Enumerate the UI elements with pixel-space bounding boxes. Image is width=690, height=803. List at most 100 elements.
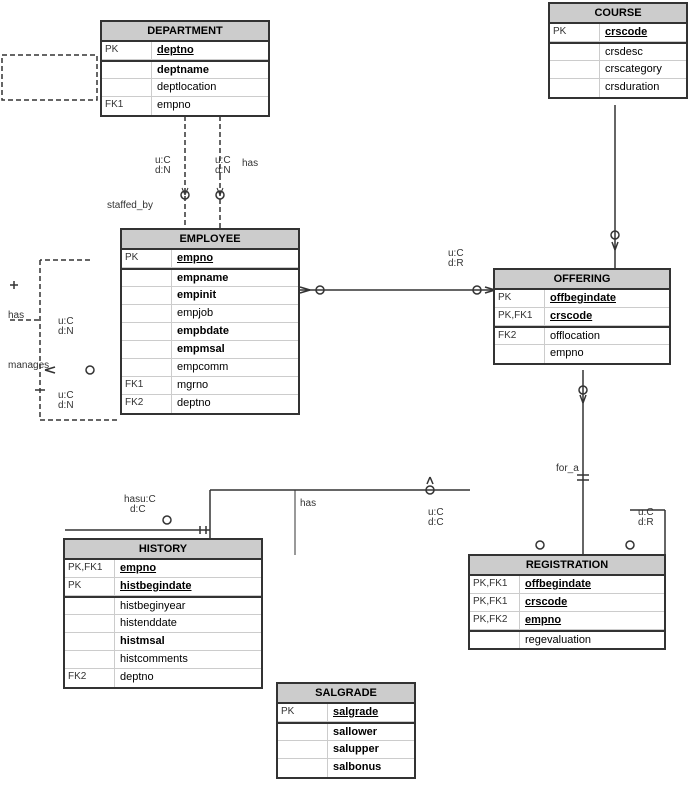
off-empno: empno — [545, 345, 669, 363]
off-empno-row: empno — [495, 345, 669, 363]
emp-empbdate-row: empbdate — [122, 323, 298, 341]
hist-histmsal-row: histmsal — [65, 633, 261, 651]
label-dc-2: d:C — [428, 517, 444, 528]
hist-histbeginyear: histbeginyear — [115, 598, 261, 614]
course-title: COURSE — [550, 4, 686, 24]
label-dr-4: d:R — [638, 517, 654, 528]
reg-regevaluation: regevaluation — [520, 632, 664, 648]
emp-deptno: deptno — [172, 395, 298, 413]
emp-deptno-row: FK2 deptno — [122, 395, 298, 413]
dept-fk1-label: FK1 — [102, 97, 152, 115]
off-offlocation: offlocation — [545, 328, 669, 344]
history-entity: HISTORY PK,FK1 empno PK histbegindate hi… — [63, 538, 263, 689]
course-crsdesc-row: crsdesc — [550, 42, 686, 61]
emp-mgrno-row: FK1 mgrno — [122, 377, 298, 395]
emp-empmsal: empmsal — [172, 341, 298, 358]
hist-empno: empno — [115, 560, 261, 577]
label-dr-3: d:R — [448, 258, 464, 269]
dept-empno: empno — [152, 97, 268, 115]
emp-empjob: empjob — [172, 305, 298, 322]
label-has-dept-emp: has — [242, 158, 258, 169]
dept-deptlocation: deptlocation — [152, 79, 268, 96]
hist-histbeginyear-row: histbeginyear — [65, 596, 261, 615]
history-title: HISTORY — [65, 540, 261, 560]
reg-pk-row2: PK,FK1 crscode — [470, 594, 664, 612]
label-dc-1: d:C — [130, 504, 146, 515]
reg-regevaluation-row: regevaluation — [470, 630, 664, 648]
emp-empname-row: empname — [122, 268, 298, 287]
emp-empcomm-row: empcomm — [122, 359, 298, 377]
hist-histenddate: histenddate — [115, 615, 261, 632]
dept-deptname: deptname — [152, 62, 268, 78]
emp-empinit: empinit — [172, 287, 298, 304]
emp-empcomm: empcomm — [172, 359, 298, 376]
off-offbegindate: offbegindate — [545, 290, 669, 307]
hist-pk-row1: PK,FK1 empno — [65, 560, 261, 578]
off-offlocation-row: FK2 offlocation — [495, 326, 669, 345]
reg-pk-row3: PK,FK2 empno — [470, 612, 664, 630]
hist-histbegindate: histbegindate — [115, 578, 261, 595]
label-dn-1: d:N — [215, 165, 231, 176]
employee-entity: EMPLOYEE PK empno empname empinit empjob… — [120, 228, 300, 415]
employee-title: EMPLOYEE — [122, 230, 298, 250]
sal-salgrade: salgrade — [328, 704, 414, 721]
emp-empjob-row: empjob — [122, 305, 298, 323]
reg-crscode: crscode — [520, 594, 664, 611]
emp-empmsal-row: empmsal — [122, 341, 298, 359]
emp-pk-row: PK empno — [122, 250, 298, 268]
course-pk-row: PK crscode — [550, 24, 686, 42]
offering-entity: OFFERING PK offbegindate PK,FK1 crscode … — [493, 268, 671, 365]
erd-diagram: DEPARTMENT PK deptno deptname deptlocati… — [0, 0, 690, 803]
course-entity: COURSE PK crscode crsdesc crscategory cr… — [548, 2, 688, 99]
course-crscode: crscode — [600, 24, 686, 41]
course-crsduration: crsduration — [600, 79, 686, 97]
department-entity: DEPARTMENT PK deptno deptname deptlocati… — [100, 20, 270, 117]
emp-empno: empno — [172, 250, 298, 267]
sal-salupper: salupper — [328, 741, 414, 758]
course-crscategory: crscategory — [600, 61, 686, 78]
label-dn-2: d:N — [155, 165, 171, 176]
registration-entity: REGISTRATION PK,FK1 offbegindate PK,FK1 … — [468, 554, 666, 650]
dept-pk-row: PK deptno — [102, 42, 268, 60]
hist-histcomments-row: histcomments — [65, 651, 261, 669]
label-for-a: for_a — [556, 463, 579, 474]
course-crsdesc: crsdesc — [600, 44, 686, 60]
reg-pk-row1: PK,FK1 offbegindate — [470, 576, 664, 594]
label-dn-5: d:N — [58, 400, 74, 411]
course-crscategory-row: crscategory — [550, 61, 686, 79]
offering-title: OFFERING — [495, 270, 669, 290]
hist-pk-row2: PK histbegindate — [65, 578, 261, 596]
emp-empname: empname — [172, 270, 298, 286]
hist-deptno-row: FK2 deptno — [65, 669, 261, 687]
department-title: DEPARTMENT — [102, 22, 268, 42]
label-staffed-by: staffed_by — [107, 200, 153, 211]
reg-empno: empno — [520, 612, 664, 629]
off-pk-row1: PK offbegindate — [495, 290, 669, 308]
hist-histcomments: histcomments — [115, 651, 261, 668]
salgrade-entity: SALGRADE PK salgrade sallower salupper s… — [276, 682, 416, 779]
sal-sallower-row: sallower — [278, 722, 414, 741]
dept-empno-row: FK1 empno — [102, 97, 268, 115]
dept-pk-label: PK — [102, 42, 152, 59]
hist-histmsal: histmsal — [115, 633, 261, 650]
hist-deptno: deptno — [115, 669, 261, 687]
label-has-left: has — [8, 310, 24, 321]
label-has-emp-hist: has — [300, 498, 316, 509]
off-pk-row2: PK,FK1 crscode — [495, 308, 669, 326]
label-dn-4: d:N — [58, 326, 74, 337]
dept-deptlocation-row: deptlocation — [102, 79, 268, 97]
hist-histenddate-row: histenddate — [65, 615, 261, 633]
sal-salupper-row: salupper — [278, 741, 414, 759]
off-crscode: crscode — [545, 308, 669, 325]
sal-pk-row: PK salgrade — [278, 704, 414, 722]
registration-title: REGISTRATION — [470, 556, 664, 576]
emp-mgrno: mgrno — [172, 377, 298, 394]
course-crsduration-row: crsduration — [550, 79, 686, 97]
salgrade-title: SALGRADE — [278, 684, 414, 704]
sal-salbonus-row: salbonus — [278, 759, 414, 777]
emp-empinit-row: empinit — [122, 287, 298, 305]
dept-pk-attr: deptno — [152, 42, 268, 59]
sal-sallower: sallower — [328, 724, 414, 740]
label-manages: manages — [8, 360, 49, 371]
sal-salbonus: salbonus — [328, 759, 414, 777]
